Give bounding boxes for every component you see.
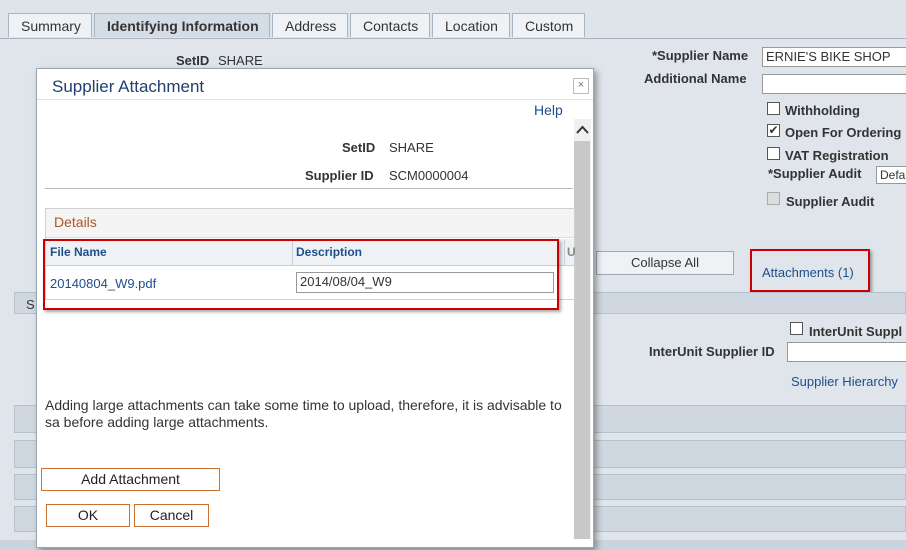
tab-label: Address	[285, 18, 337, 34]
supplier-audit-label: Supplier Audit	[786, 194, 875, 209]
tab-label: Summary	[21, 18, 81, 34]
modal-setid-label: SetID	[342, 140, 376, 155]
interunit-supplier-id-label: InterUnit Supplier ID	[649, 344, 775, 359]
vat-registration-label: VAT Registration	[785, 148, 889, 163]
additional-name-input[interactable]	[762, 74, 906, 94]
tab-summary[interactable]: Summary	[8, 13, 92, 37]
tab-contacts[interactable]: Contacts	[350, 13, 430, 37]
supplier-audit-required-label: *Supplier Audit	[768, 166, 862, 181]
additional-name-label: Additional Name	[644, 71, 747, 86]
ok-button[interactable]: OK	[46, 504, 130, 527]
tab-label: Custom	[525, 18, 574, 34]
attachment-row-highlight	[43, 239, 559, 310]
tab-identifying-information[interactable]: Identifying Information	[94, 13, 270, 37]
withholding-label: Withholding	[785, 103, 860, 118]
modal-setid-value: SHARE	[389, 140, 434, 155]
divider	[45, 188, 573, 189]
close-icon[interactable]: ×	[573, 78, 589, 94]
column-divider	[564, 239, 565, 265]
supplier-id-value: SCM0000004	[389, 168, 469, 183]
upload-notice: Adding large attachments can take some t…	[45, 397, 562, 430]
attachments-link[interactable]: Attachments (1)	[762, 265, 854, 280]
supplier-id-label: Supplier ID	[305, 168, 374, 183]
supplier-hierarchy-link[interactable]: Supplier Hierarchy	[791, 374, 898, 389]
details-title: Details	[54, 214, 97, 230]
interunit-supplier-id-input[interactable]	[787, 342, 906, 362]
interunit-supplier-checkbox[interactable]	[790, 322, 803, 335]
supplier-audit-select[interactable]: Defa	[876, 166, 906, 184]
supplier-audit-checkbox	[767, 192, 780, 205]
cancel-button[interactable]: Cancel	[134, 504, 209, 527]
supplier-attachment-dialog: Supplier Attachment × Help SetID SHARE S…	[36, 68, 594, 548]
column-upload[interactable]: U	[567, 245, 576, 259]
setid-value: SHARE	[218, 53, 263, 68]
open-for-ordering-checkbox[interactable]: ✔	[767, 124, 780, 137]
vat-registration-checkbox[interactable]	[767, 147, 780, 160]
tab-label: Location	[445, 18, 498, 34]
interunit-supplier-label: InterUnit Suppl	[809, 324, 903, 339]
scroll-thumb[interactable]	[574, 141, 590, 539]
open-for-ordering-label: Open For Ordering	[785, 125, 902, 140]
section-letter: S	[26, 297, 35, 312]
supplier-name-label: *Supplier Name	[652, 48, 749, 63]
tab-address[interactable]: Address	[272, 13, 348, 37]
dialog-title: Supplier Attachment	[52, 77, 205, 96]
tab-location[interactable]: Location	[432, 13, 510, 37]
withholding-checkbox[interactable]	[767, 102, 780, 115]
dialog-scrollbar[interactable]	[574, 119, 591, 539]
add-attachment-button[interactable]: Add Attachment	[41, 468, 220, 491]
tab-label: Identifying Information	[107, 18, 259, 34]
details-header: Details	[46, 209, 574, 238]
collapse-all-button[interactable]: Collapse All	[596, 251, 734, 275]
supplier-name-input[interactable]: ERNIE'S BIKE SHOP	[762, 47, 906, 67]
tab-custom[interactable]: Custom	[512, 13, 585, 37]
setid-label: SetID	[176, 53, 210, 68]
scroll-up-icon[interactable]	[574, 121, 591, 139]
tab-label: Contacts	[363, 18, 419, 34]
help-link[interactable]: Help	[534, 102, 563, 118]
